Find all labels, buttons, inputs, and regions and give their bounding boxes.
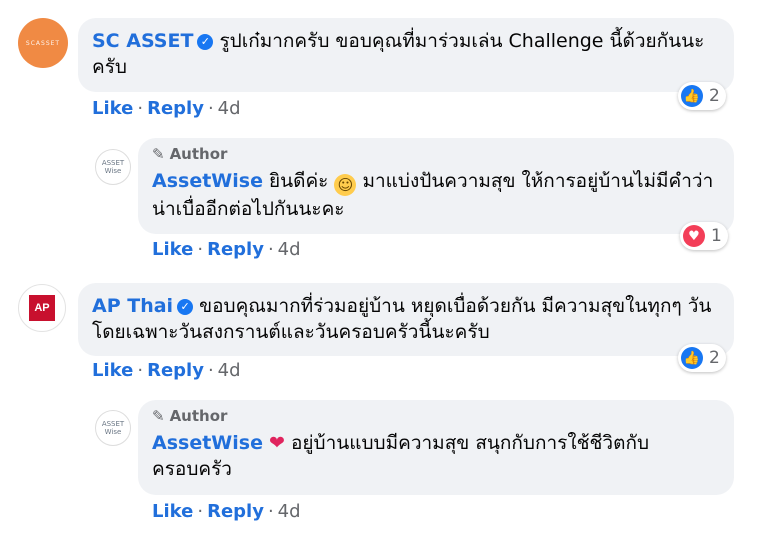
like-button[interactable]: Like	[92, 360, 133, 381]
reply-button[interactable]: Reply	[207, 239, 264, 260]
reply-button[interactable]: Reply	[147, 360, 204, 381]
assetwise-avatar[interactable]: ASSET Wise	[95, 410, 131, 446]
like-button[interactable]: Like	[152, 501, 193, 522]
pen-icon: ✎	[152, 145, 165, 163]
comment-timestamp[interactable]: 4d	[278, 501, 301, 522]
grinning-emoji: ☺	[334, 174, 357, 196]
comment-actions: Like · Reply · 4d	[92, 360, 241, 381]
avatar-text-line1: ASSET	[101, 159, 125, 167]
comment-author-name[interactable]: SC ASSET	[92, 30, 193, 52]
sc-asset-avatar-text: SCASSET	[25, 39, 61, 47]
like-button[interactable]: Like	[152, 239, 193, 260]
like-reaction-icon: 👍	[681, 85, 703, 107]
ap-logo: AP	[25, 292, 55, 324]
author-badge: ✎ Author	[152, 144, 720, 164]
comment-author-name[interactable]: AssetWise	[152, 170, 263, 192]
comment-author-name[interactable]: AP Thai	[92, 295, 173, 317]
reply-actions: Like · Reply · 4d	[152, 501, 301, 522]
author-badge: ✎ Author	[152, 406, 720, 426]
reply-button[interactable]: Reply	[207, 501, 264, 522]
sc-asset-avatar[interactable]: SCASSET	[18, 18, 68, 68]
comment-bubble-ap-thai: AP Thai ✓ ขอบคุณมากที่ร่วมอยู่บ้าน หยุดเบ…	[78, 283, 734, 356]
comment-timestamp[interactable]: 4d	[218, 98, 241, 119]
reply-bubble-assetwise: ✎ Author AssetWise ยินดีค่ะ ☺ มาแบ่งปันค…	[138, 138, 734, 234]
avatar-text-line1: ASSET	[101, 420, 125, 428]
comment-actions: Like · Reply · 4d	[92, 98, 241, 119]
reply-text-start: ยินดีค่ะ	[269, 170, 329, 192]
reaction-count: 1	[711, 226, 722, 246]
verified-badge-icon: ✓	[177, 299, 194, 315]
assetwise-avatar[interactable]: ASSET Wise	[95, 149, 131, 185]
reaction-summary[interactable]: ♥ 1	[680, 222, 728, 250]
pen-icon: ✎	[152, 407, 165, 425]
love-reaction-icon: ♥	[683, 225, 705, 247]
reaction-summary[interactable]: 👍 2	[678, 82, 726, 110]
ap-thai-avatar[interactable]: AP	[18, 284, 66, 332]
reply-button[interactable]: Reply	[147, 98, 204, 119]
comment-author-name[interactable]: AssetWise	[152, 432, 263, 454]
reply-actions: Like · Reply · 4d	[152, 239, 301, 260]
author-badge-label: Author	[169, 145, 228, 163]
reaction-count: 2	[709, 348, 720, 368]
author-badge-label: Author	[169, 407, 228, 425]
avatar-text-line2: Wise	[104, 428, 122, 436]
reaction-summary[interactable]: 👍 2	[678, 344, 726, 372]
comment-timestamp[interactable]: 4d	[218, 360, 241, 381]
reaction-count: 2	[709, 86, 720, 106]
comment-timestamp[interactable]: 4d	[278, 239, 301, 260]
red-heart-emoji: ❤	[269, 432, 285, 454]
verified-badge-icon: ✓	[197, 34, 214, 50]
comment-bubble-sc-asset: SC ASSET ✓ รูปเก๋มากครับ ขอบคุณที่มาร่วมเ…	[78, 18, 734, 92]
like-button[interactable]: Like	[92, 98, 133, 119]
like-reaction-icon: 👍	[681, 347, 703, 369]
reply-bubble-assetwise: ✎ Author AssetWise ❤ อยู่บ้านแบบมีความสุ…	[138, 400, 734, 495]
avatar-text-line2: Wise	[104, 167, 122, 175]
